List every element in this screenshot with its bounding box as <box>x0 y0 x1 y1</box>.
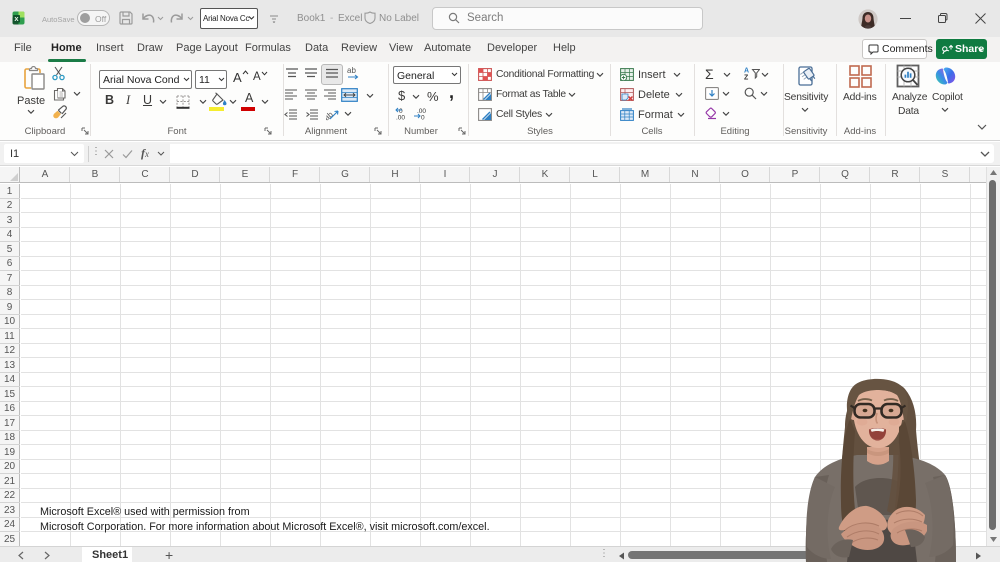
svg-text:0: 0 <box>421 115 425 121</box>
svg-text:A: A <box>744 68 749 75</box>
svg-text:Z: Z <box>744 75 749 81</box>
svg-text:ab: ab <box>347 66 356 75</box>
svg-text:.00: .00 <box>396 115 405 121</box>
